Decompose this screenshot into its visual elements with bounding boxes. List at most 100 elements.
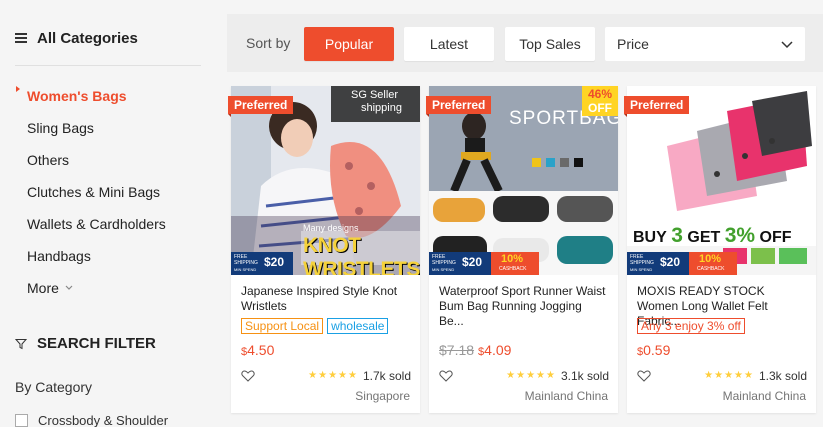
- star-icon: ★: [308, 370, 318, 381]
- free-shipping-banner: FREE SHIPPING $20 MIN SPEND: [429, 252, 491, 275]
- star-icon: ★: [526, 370, 536, 381]
- chevron-down-icon: [65, 285, 73, 290]
- rating-stars: ★ ★ ★ ★ ★: [506, 371, 555, 381]
- price: $4.09: [478, 342, 512, 358]
- image-caption: KNOT WRISTLETS: [303, 234, 420, 275]
- star-icon: ★: [328, 370, 338, 381]
- category-list: Women's Bags Sling Bags Others Clutches …: [15, 80, 166, 304]
- product-location: Mainland China: [722, 389, 806, 403]
- image-caption: Many designs: [303, 223, 359, 233]
- star-icon: ★: [704, 370, 714, 381]
- category-label: Wallets & Cardholders: [27, 216, 166, 232]
- rating-stars: ★ ★ ★ ★ ★: [704, 371, 753, 381]
- cashback-banner: 10% CASHBACK: [491, 252, 539, 275]
- all-categories-header[interactable]: All Categories: [15, 30, 138, 47]
- more-categories-button[interactable]: More: [15, 272, 166, 304]
- category-item-sling-bags[interactable]: Sling Bags: [15, 112, 166, 144]
- image-caption: shipping: [361, 102, 402, 114]
- sort-top-sales-button[interactable]: Top Sales: [505, 27, 595, 61]
- product-card[interactable]: SG Seller shipping Many designs KNOT WRI…: [228, 86, 420, 413]
- category-item-clutches[interactable]: Clutches & Mini Bags: [15, 176, 166, 208]
- sold-count: 1.7k sold: [362, 369, 411, 383]
- category-label: Others: [27, 152, 70, 168]
- tag-wholesale: wholesale: [327, 318, 389, 334]
- heart-icon[interactable]: [241, 370, 255, 382]
- all-categories-title: All Categories: [37, 30, 138, 47]
- preferred-badge: Preferred: [228, 96, 294, 117]
- free-shipping-banner: FREE SHIPPING $20 MIN SPEND: [231, 252, 293, 275]
- star-icon: ★: [714, 370, 724, 381]
- sold-count: 3.1k sold: [560, 369, 609, 383]
- price-select-label: Price: [617, 36, 649, 52]
- product-card[interactable]: BUY 3 GET 3% OFF FREE SHIPPING $20 MIN S…: [624, 86, 816, 413]
- star-icon: ★: [516, 370, 526, 381]
- search-filter-title: SEARCH FILTER: [37, 335, 156, 352]
- by-category-label: By Category: [15, 379, 93, 395]
- cashback-banner: 10% CASHBACK: [689, 252, 737, 275]
- sort-by-label: Sort by: [246, 35, 291, 51]
- sold-count: 1.3k sold: [758, 369, 807, 383]
- filter-option-label: Crossbody & Shoulder: [38, 413, 169, 427]
- price-row: $7.18 $4.09: [439, 342, 511, 358]
- category-item-handbags[interactable]: Handbags: [15, 240, 166, 272]
- category-item-wallets[interactable]: Wallets & Cardholders: [15, 208, 166, 240]
- price: $4.50: [241, 342, 275, 358]
- star-icon: ★: [338, 370, 347, 381]
- product-location: Mainland China: [524, 389, 608, 403]
- category-item-others[interactable]: Others: [15, 144, 166, 176]
- preferred-badge: Preferred: [624, 96, 690, 117]
- image-caption: SG Seller: [351, 89, 399, 101]
- chevron-down-icon: [781, 41, 793, 49]
- free-shipping-banner: FREE SHIPPING $20 MIN SPEND: [627, 252, 689, 275]
- star-icon: ★: [744, 370, 753, 381]
- promo-caption: BUY 3 GET 3% OFF: [633, 224, 792, 247]
- star-icon: ★: [318, 370, 328, 381]
- tag-promo: Any 3 enjoy 3% off: [637, 318, 745, 334]
- caret-right-icon: [16, 86, 20, 92]
- original-price: $7.18: [439, 342, 475, 358]
- product-image: BUY 3 GET 3% OFF FREE SHIPPING $20 MIN S…: [627, 86, 816, 275]
- star-icon: ★: [724, 370, 734, 381]
- product-tags: Any 3 enjoy 3% off: [637, 318, 745, 334]
- heart-icon[interactable]: [439, 370, 453, 382]
- search-filter-header: SEARCH FILTER: [15, 335, 156, 352]
- product-image: SG Seller shipping Many designs KNOT WRI…: [231, 86, 420, 275]
- price-row: $4.50: [241, 342, 274, 358]
- tag-support-local: Support Local: [241, 318, 324, 334]
- category-label: Handbags: [27, 248, 91, 264]
- category-label: Sling Bags: [27, 120, 94, 136]
- more-label: More: [27, 280, 59, 296]
- star-icon: ★: [506, 370, 516, 381]
- price-row: $0.59: [637, 342, 670, 358]
- price: $0.59: [637, 342, 671, 358]
- star-icon: ★: [734, 370, 743, 381]
- category-label: Women's Bags: [27, 88, 127, 104]
- category-label: Clutches & Mini Bags: [27, 184, 161, 200]
- star-icon: ★: [536, 370, 545, 381]
- sort-price-select[interactable]: Price: [605, 27, 805, 61]
- rating-stars: ★ ★ ★ ★ ★: [308, 371, 357, 381]
- checkbox[interactable]: [15, 414, 28, 427]
- sort-popular-button[interactable]: Popular: [304, 27, 394, 61]
- heart-icon[interactable]: [637, 370, 651, 382]
- list-icon: [15, 33, 27, 44]
- rating-row: ★ ★ ★ ★ ★ 1.3k sold: [637, 369, 807, 383]
- sidebar: All Categories Women's Bags Sling Bags O…: [0, 0, 218, 427]
- divider: [15, 65, 201, 66]
- discount-badge: 46% OFF: [582, 86, 618, 116]
- filter-icon: [15, 338, 27, 349]
- product-location: Singapore: [355, 389, 410, 403]
- product-name[interactable]: Japanese Inspired Style Knot Wristlets: [241, 284, 411, 314]
- star-icon: ★: [348, 370, 357, 381]
- product-card[interactable]: SPORTBAG FREE SHIPPING $20 MIN SPEND 10%…: [426, 86, 618, 413]
- rating-row: ★ ★ ★ ★ ★ 1.7k sold: [241, 369, 411, 383]
- filter-option-crossbody[interactable]: Crossbody & Shoulder: [15, 413, 168, 427]
- product-name[interactable]: Waterproof Sport Runner Waist Bum Bag Ru…: [439, 284, 609, 329]
- sort-bar: Sort by Popular Latest Top Sales Price: [227, 14, 823, 72]
- star-icon: ★: [546, 370, 555, 381]
- preferred-badge: Preferred: [426, 96, 492, 117]
- rating-row: ★ ★ ★ ★ ★ 3.1k sold: [439, 369, 609, 383]
- product-tags: Support Local wholesale: [241, 318, 389, 334]
- sort-latest-button[interactable]: Latest: [404, 27, 494, 61]
- category-item-womens-bags[interactable]: Women's Bags: [15, 80, 166, 112]
